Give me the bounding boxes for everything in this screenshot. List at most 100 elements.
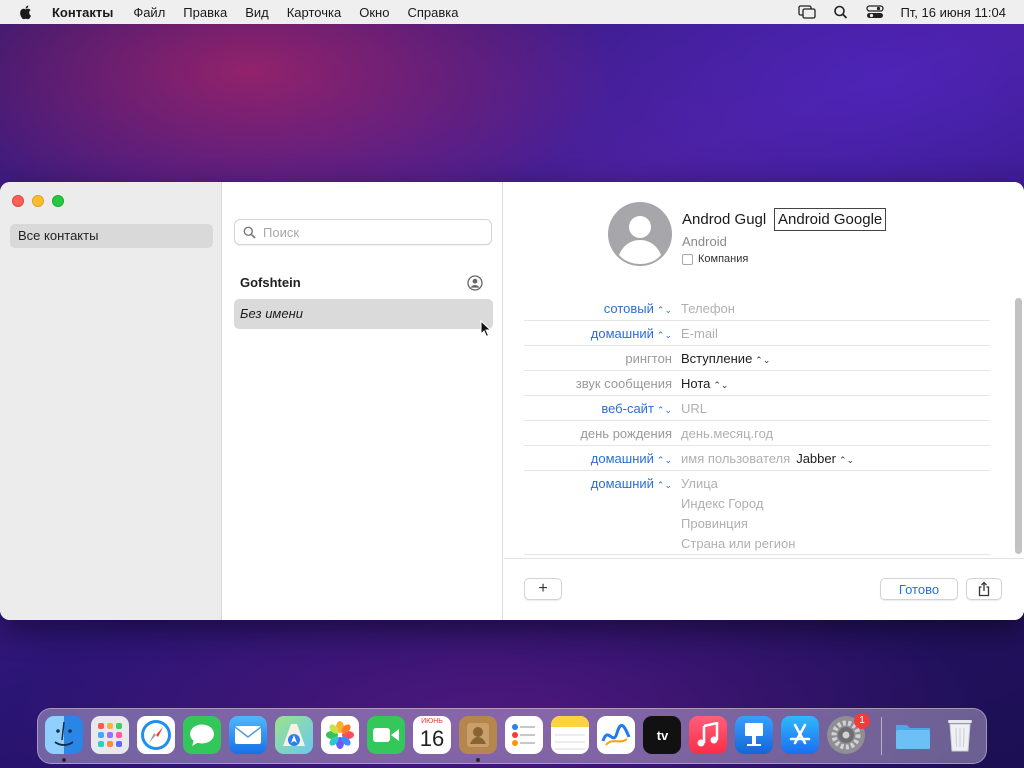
country-field[interactable]: Страна или регион [681, 531, 795, 556]
control-center-icon[interactable] [866, 4, 885, 20]
dock-finder-icon[interactable] [45, 716, 83, 754]
contact-row-unnamed[interactable]: Без имени [234, 299, 493, 329]
website-label-select[interactable]: веб-сайт ⌃⌄ [601, 396, 672, 423]
mouse-pointer-icon [480, 320, 492, 338]
dock-messages-icon[interactable] [183, 716, 221, 754]
field-row-website: веб-сайт ⌃⌄ URL [524, 396, 990, 421]
updown-chevron-icon: ⌃⌄ [755, 355, 771, 365]
last-name-field[interactable]: Android Google [774, 208, 886, 231]
field-row-ringtone: рингтон Вступление ⌃⌄ [524, 346, 990, 371]
sidebar: Все контакты [0, 182, 222, 620]
apple-logo-icon[interactable] [18, 4, 34, 20]
calendar-month: ИЮНЬ [421, 718, 443, 725]
company-name-field[interactable]: Android [682, 234, 727, 249]
menubar-clock[interactable]: Пт, 16 июня 11:04 [900, 5, 1006, 20]
website-field[interactable]: URL [681, 396, 707, 421]
dock-keynote-icon[interactable] [735, 716, 773, 754]
menu-edit[interactable]: Правка [183, 5, 227, 20]
contact-list-pane: Поиск Gofshtein Без имени [223, 182, 503, 620]
search-placeholder: Поиск [263, 224, 300, 240]
ringtone-label: рингтон [625, 351, 672, 366]
dock-tv-icon[interactable]: tv [643, 716, 681, 754]
search-input[interactable]: Поиск [234, 219, 492, 245]
field-row-message-sound: звук сообщения Нота ⌃⌄ [524, 371, 990, 396]
menu-window[interactable]: Окно [359, 5, 389, 20]
my-card-icon [467, 275, 483, 291]
company-checkbox[interactable] [682, 253, 693, 265]
menu-app-name[interactable]: Контакты [52, 5, 113, 20]
contacts-running-indicator [476, 758, 480, 762]
im-label-select[interactable]: домашний ⌃⌄ [591, 446, 672, 473]
dock-maps-icon[interactable] [275, 716, 313, 754]
field-row-address: домашний ⌃⌄ Улица Индекс Город Провинция … [524, 471, 990, 555]
ringtone-select[interactable]: Вступление ⌃⌄ [681, 346, 770, 373]
dock: ИЮНЬ 16 tv 1 [37, 708, 987, 764]
dock-notes-icon[interactable] [551, 716, 589, 754]
dock-freeform-icon[interactable] [597, 716, 635, 754]
zoom-window-button[interactable] [52, 195, 64, 207]
field-row-birthday: день рождения день.месяц.год [524, 421, 990, 446]
field-row-im: домашний ⌃⌄ имя пользователя Jabber ⌃⌄ [524, 446, 990, 471]
share-button[interactable] [966, 578, 1002, 600]
menu-bar: Контакты Файл Правка Вид Карточка Окно С… [0, 0, 1024, 24]
done-button[interactable]: Готово [880, 578, 958, 600]
add-field-button[interactable]: + [524, 578, 562, 600]
message-sound-label: звук сообщения [575, 376, 672, 391]
share-icon [978, 581, 990, 597]
settings-notification-badge: 1 [854, 713, 870, 729]
message-sound-select[interactable]: Нота ⌃⌄ [681, 371, 728, 398]
dock-safari-icon[interactable] [137, 716, 175, 754]
contact-avatar[interactable] [608, 202, 672, 266]
footer-divider [504, 558, 1024, 559]
calendar-day: 16 [419, 726, 445, 751]
spotlight-search-icon[interactable] [832, 4, 850, 20]
dock-app-store-icon[interactable] [781, 716, 819, 754]
menu-file[interactable]: Файл [133, 5, 165, 20]
dock-photos-icon[interactable] [321, 716, 359, 754]
dock-facetime-icon[interactable] [367, 716, 405, 754]
birthday-field[interactable]: день.месяц.год [681, 421, 773, 446]
address-label-select[interactable]: домашний ⌃⌄ [591, 471, 672, 498]
menu-help[interactable]: Справка [407, 5, 458, 20]
dock-music-icon[interactable] [689, 716, 727, 754]
sidebar-item-all-contacts[interactable]: Все контакты [10, 224, 213, 248]
im-username-field[interactable]: имя пользователя Jabber ⌃⌄ [681, 446, 854, 473]
updown-chevron-icon: ⌃⌄ [656, 455, 672, 465]
birthday-label: день рождения [580, 426, 672, 441]
screen-mirroring-icon[interactable] [798, 4, 817, 20]
dock-mail-icon[interactable] [229, 716, 267, 754]
contact-card-pane: Androd Gugl Android Google Android Компа… [504, 182, 1024, 620]
contact-name: Без имени [240, 306, 303, 321]
updown-chevron-icon: ⌃⌄ [656, 330, 672, 340]
updown-chevron-icon: ⌃⌄ [656, 305, 672, 315]
phone-field[interactable]: Телефон [681, 296, 735, 321]
card-fields: сотовый ⌃⌄ Телефон домашний ⌃⌄ E-mail ринг… [524, 296, 990, 555]
contact-row-gofshtein[interactable]: Gofshtein [234, 268, 493, 298]
tv-label: tv [656, 727, 669, 743]
dock-trash-icon[interactable] [941, 716, 979, 754]
dock-calendar-icon[interactable]: ИЮНЬ 16 [413, 716, 451, 754]
dock-contacts-icon[interactable] [459, 716, 497, 754]
dock-reminders-icon[interactable] [505, 716, 543, 754]
phone-label-select[interactable]: сотовый ⌃⌄ [604, 296, 672, 323]
card-scrollbar[interactable] [1015, 298, 1022, 554]
close-window-button[interactable] [12, 195, 24, 207]
menu-card[interactable]: Карточка [287, 5, 341, 20]
first-name-field[interactable]: Androd Gugl [682, 211, 766, 228]
contacts-window: Все контакты Поиск Gofshtein Без имени A… [0, 182, 1024, 620]
company-toggle[interactable]: Компания [682, 253, 748, 265]
contact-name: Gofshtein [240, 275, 301, 290]
dock-downloads-folder-icon[interactable] [894, 716, 932, 754]
company-checkbox-label: Компания [698, 253, 749, 265]
field-row-phone: сотовый ⌃⌄ Телефон [524, 296, 990, 321]
dock-separator [881, 717, 882, 755]
menu-view[interactable]: Вид [245, 5, 269, 20]
finder-running-indicator [62, 758, 66, 762]
dock-launchpad-icon[interactable] [91, 716, 129, 754]
im-service-select[interactable]: Jabber ⌃⌄ [796, 451, 854, 466]
email-label-select[interactable]: домашний ⌃⌄ [591, 321, 672, 348]
minimize-window-button[interactable] [32, 195, 44, 207]
search-icon [243, 226, 256, 239]
email-field[interactable]: E-mail [681, 321, 718, 346]
window-controls [12, 195, 72, 207]
